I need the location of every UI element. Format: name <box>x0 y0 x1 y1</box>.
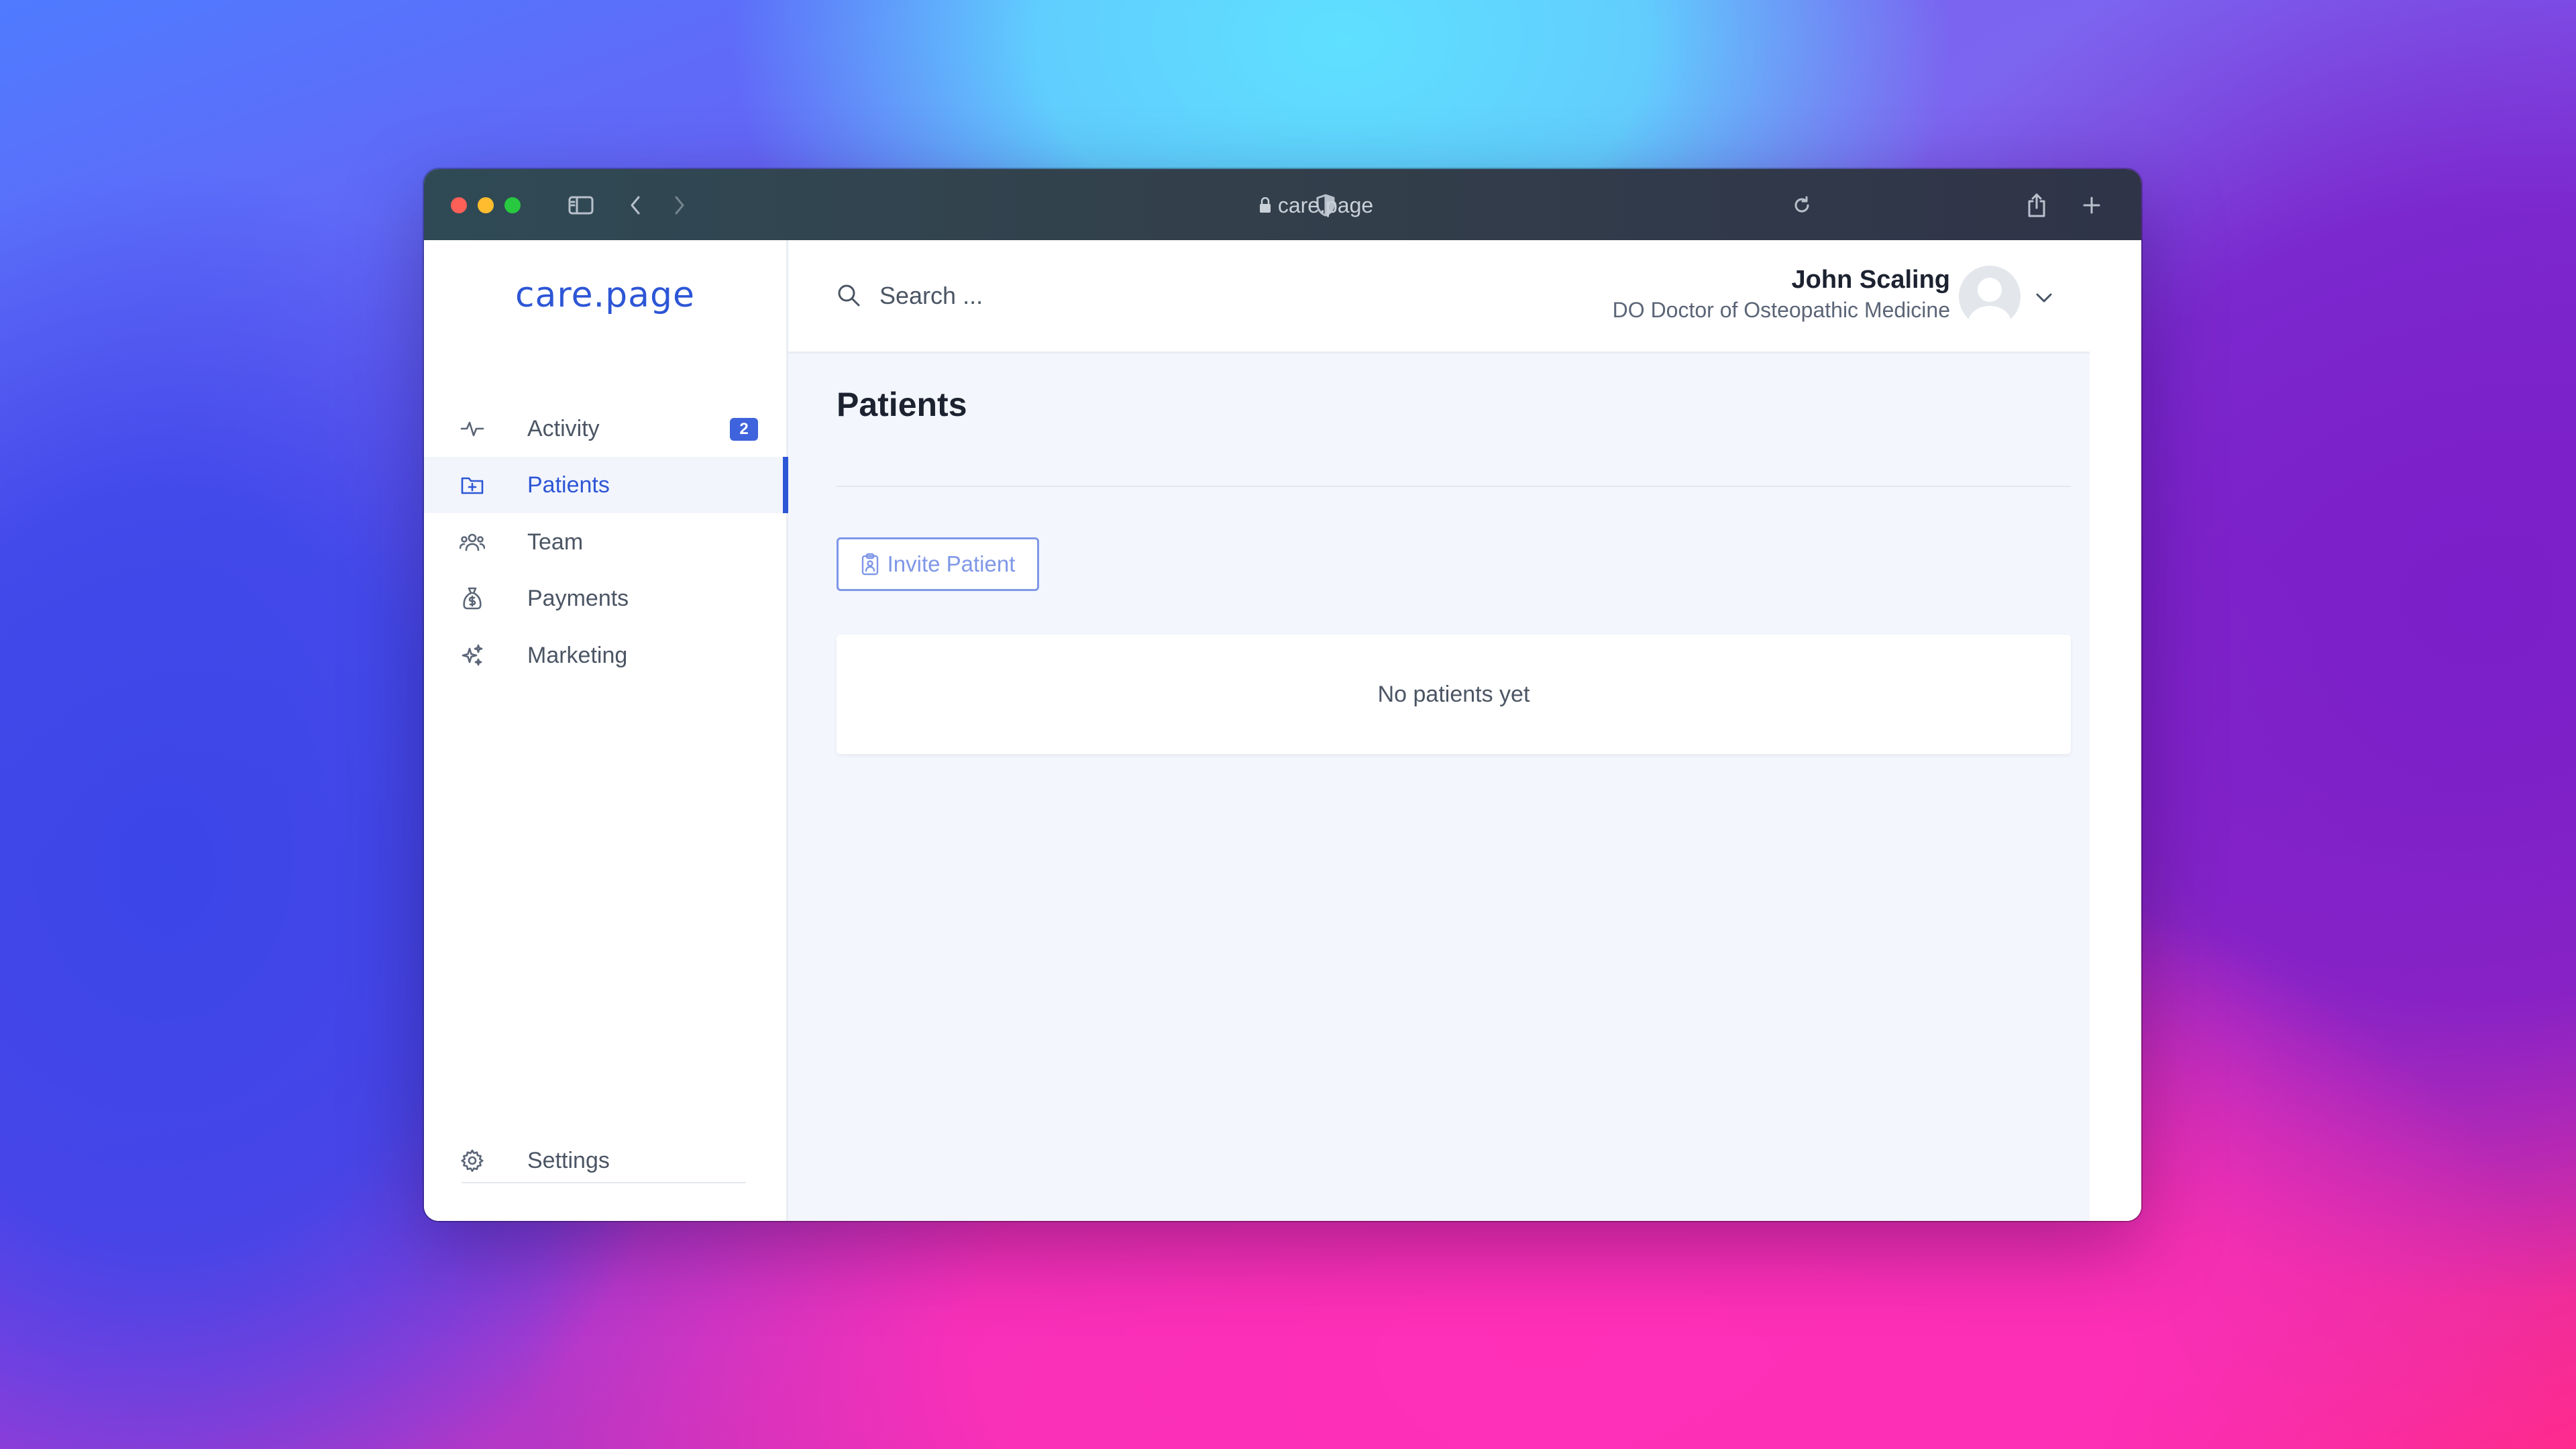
sparkles-icon <box>459 642 486 669</box>
avatar-head <box>1978 278 2002 302</box>
gear-icon <box>459 1147 486 1174</box>
empty-state-message: No patients yet <box>1377 681 1530 707</box>
activity-count-badge: 2 <box>730 418 758 441</box>
main-area: John Scaling DO Doctor of Osteopathic Me… <box>788 240 2090 1221</box>
sidebar-item-activity[interactable]: Activity 2 <box>424 400 786 457</box>
user-role: DO Doctor of Osteopathic Medicine <box>1612 298 1950 322</box>
users-icon <box>459 529 486 555</box>
sidebar-item-payments[interactable]: Payments <box>424 570 786 627</box>
sidebar-item-patients[interactable]: Patients <box>424 457 788 513</box>
url-text: care.page <box>1277 193 1374 217</box>
sidebar-item-label: Activity <box>527 415 600 441</box>
active-indicator <box>783 457 788 513</box>
user-name[interactable]: John Scaling <box>1792 266 1950 294</box>
clipboard-icon <box>861 553 878 576</box>
top-header: John Scaling DO Doctor of Osteopathic Me… <box>788 240 2090 354</box>
invite-patient-button[interactable]: Invite Patient <box>837 537 1039 591</box>
browser-window: care.page care.page Activity 2 Patients … <box>424 169 2141 1221</box>
share-icon[interactable] <box>2021 189 2053 221</box>
title-divider <box>837 486 2071 487</box>
sidebar-item-team[interactable]: Team <box>424 514 786 570</box>
sidebar-item-marketing[interactable]: Marketing <box>424 627 786 684</box>
close-window-button[interactable] <box>451 197 467 213</box>
search-input[interactable] <box>878 275 1283 317</box>
folder-plus-icon <box>459 472 486 498</box>
sidebar-item-label: Payments <box>527 585 629 611</box>
lock-icon <box>1259 197 1271 213</box>
empty-state-card: No patients yet <box>837 635 2071 754</box>
sidebar-item-label: Team <box>527 529 584 555</box>
zoom-window-button[interactable] <box>504 197 521 213</box>
forward-icon[interactable] <box>663 189 695 221</box>
page-content: care.page Activity 2 Patients Team Payme… <box>424 240 2141 1221</box>
right-gutter <box>2090 240 2141 1221</box>
browser-toolbar: care.page <box>424 169 2141 240</box>
logo[interactable]: care.page <box>424 275 786 315</box>
sidebar-item-label: Settings <box>527 1147 610 1173</box>
sidebar-item-label: Marketing <box>527 642 628 668</box>
pulse-icon <box>459 415 486 442</box>
invite-patient-label: Invite Patient <box>887 551 1016 576</box>
avatar-body <box>1968 306 2011 327</box>
sidebar-toggle-icon[interactable] <box>565 189 597 221</box>
minimize-window-button[interactable] <box>478 197 494 213</box>
back-icon[interactable] <box>620 189 652 221</box>
money-bag-icon <box>459 585 486 612</box>
search-icon <box>835 282 862 309</box>
reload-button-icon[interactable] <box>1786 189 1818 221</box>
sidebar: care.page Activity 2 Patients Team Payme… <box>424 240 788 1221</box>
sidebar-item-label: Patients <box>527 472 610 498</box>
sidebar-item-settings[interactable]: Settings <box>424 1132 786 1189</box>
chevron-down-icon[interactable] <box>2031 284 2057 311</box>
avatar[interactable] <box>1959 266 2021 327</box>
tab-overview-icon[interactable] <box>2101 189 2133 221</box>
address-bar[interactable]: care.page <box>1195 189 1437 221</box>
page-title: Patients <box>837 386 967 423</box>
